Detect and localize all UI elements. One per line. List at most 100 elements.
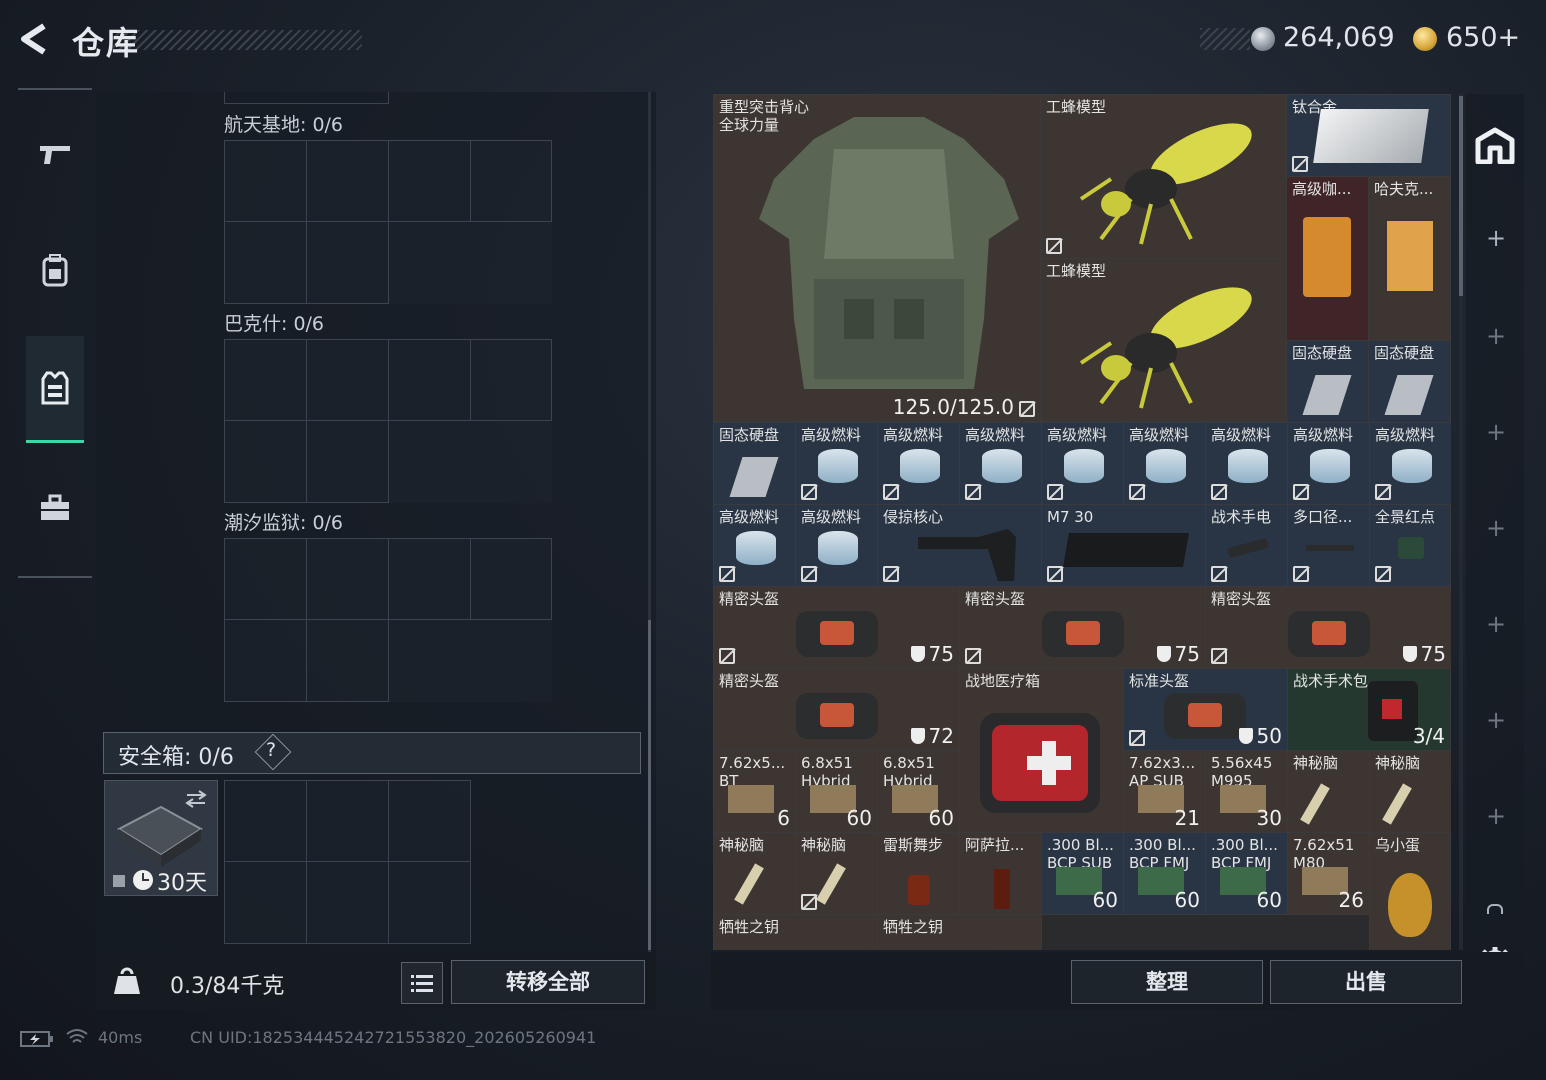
item-titanium-alloy[interactable]: 钛合金	[1286, 94, 1451, 177]
item-tactical-flashlight[interactable]: 战术手电	[1205, 504, 1288, 587]
helmet-durability: 75	[910, 642, 954, 666]
item-heavy-assault-vest[interactable]: 重型突击背心 全球力量 125.0/125.0	[713, 94, 1041, 422]
item-name: 高级燃料	[1129, 426, 1190, 444]
item-asala-drink[interactable]: 阿萨拉...	[959, 832, 1042, 915]
item-premium-fuel[interactable]: 高级燃料	[1369, 422, 1451, 505]
item-hafk-doc[interactable]: 哈夫克...	[1368, 176, 1451, 341]
item-name: 固态硬盘	[1292, 344, 1353, 362]
item-standard-helmet[interactable]: 标准头盔 50	[1123, 668, 1288, 751]
nav-armor[interactable]	[26, 336, 84, 443]
no-trade-icon	[1292, 156, 1308, 172]
premium-amount[interactable]: 650+	[1446, 22, 1520, 53]
safe-case-slot[interactable]: 30天	[104, 780, 218, 896]
item-premium-fuel[interactable]: 高级燃料	[795, 504, 878, 587]
item-precision-helmet[interactable]: 精密头盔 75	[959, 586, 1206, 669]
item-premium-fuel[interactable]: 高级燃料	[795, 422, 878, 505]
sell-button[interactable]: 出售	[1270, 960, 1462, 1004]
item-mystery-brain[interactable]: 神秘脑	[1287, 750, 1370, 833]
add-tab-icon[interactable]: +	[1486, 418, 1506, 446]
item-premium-fuel[interactable]: 高级燃料	[959, 422, 1042, 505]
back-icon[interactable]	[18, 22, 52, 56]
section-label: 巴克什: 0/6	[224, 313, 325, 335]
item-egg-toy[interactable]: 乌小蛋	[1369, 832, 1451, 950]
nav-toolbox[interactable]	[26, 456, 84, 560]
list-button[interactable]	[401, 962, 443, 1004]
item-premium-fuel[interactable]: 高级燃料	[1205, 422, 1288, 505]
add-tab-icon[interactable]: +	[1486, 802, 1506, 830]
item-ammo[interactable]: .300 Bl... BCP FMJ 60	[1205, 832, 1288, 915]
item-mystery-brain[interactable]: 神秘脑	[1369, 750, 1451, 833]
ping-value: 40ms	[98, 1028, 143, 1047]
item-mystery-brain[interactable]: 神秘脑	[713, 832, 796, 915]
item-name: 高级燃料	[1211, 426, 1272, 444]
item-premium-fuel[interactable]: 高级燃料	[1287, 422, 1370, 505]
item-ammo[interactable]: .300 Bl... BCP SUB 60	[1041, 832, 1124, 915]
warehouse-icon[interactable]	[1474, 126, 1516, 164]
left-scrollbar-thumb[interactable]	[648, 620, 651, 950]
item-m7-magazine[interactable]: M7 30	[1041, 504, 1206, 587]
container-grid-3[interactable]	[224, 538, 552, 702]
item-name: 精密头盔	[719, 672, 780, 690]
egg-image	[1388, 873, 1432, 937]
no-trade-icon	[1129, 730, 1145, 746]
item-ammo[interactable]: .300 Bl... BCP FMJ 60	[1123, 832, 1206, 915]
item-ssd[interactable]: 固态硬盘	[713, 422, 796, 505]
brain-image	[734, 863, 764, 905]
item-mystery-brain[interactable]: 神秘脑	[795, 832, 878, 915]
ammo-count: 60	[1174, 888, 1200, 912]
fuel-can-image	[1064, 449, 1104, 483]
inventory-scrollbar-thumb[interactable]	[1459, 96, 1463, 296]
item-multi-caliber[interactable]: 多口径...	[1287, 504, 1370, 587]
nav-weapons[interactable]	[26, 102, 84, 206]
wifi-icon	[66, 1029, 88, 1043]
add-tab-icon[interactable]: +	[1486, 514, 1506, 542]
gold-coin-icon	[1413, 27, 1437, 51]
item-ammo[interactable]: 7.62x51 M80 26	[1287, 832, 1370, 915]
item-ammo[interactable]: 7.62x3... AP SUB 21	[1123, 750, 1206, 833]
item-ammo[interactable]: 5.56x45 M995 30	[1205, 750, 1288, 833]
page-title: 仓库	[72, 24, 141, 62]
item-precision-helmet[interactable]: 精密头盔 72	[713, 668, 960, 751]
item-ssd[interactable]: 固态硬盘	[1286, 340, 1369, 423]
transfer-all-button[interactable]: 转移全部	[451, 960, 645, 1004]
item-name: 乌小蛋	[1375, 836, 1421, 854]
add-tab-icon[interactable]: +	[1486, 610, 1506, 638]
item-ammo[interactable]: 7.62x5... BT 6	[713, 750, 796, 833]
safebox-grid[interactable]	[224, 780, 471, 944]
item-surgical-kit[interactable]: 战术手术包 3/4	[1287, 668, 1451, 751]
item-name: 多口径...	[1293, 508, 1353, 526]
item-name: 高级燃料	[801, 426, 862, 444]
add-tab-icon[interactable]: +	[1486, 224, 1506, 252]
no-trade-icon	[1293, 484, 1309, 500]
item-premium-fuel[interactable]: 高级燃料	[1041, 422, 1124, 505]
item-premium-coffee[interactable]: 高级咖...	[1286, 176, 1369, 341]
silver-coin-icon	[1251, 27, 1275, 51]
nav-backpack[interactable]	[26, 218, 84, 322]
item-premium-fuel[interactable]: 高级燃料	[713, 504, 796, 587]
brain-image	[816, 863, 846, 905]
item-ammo[interactable]: 6.8x51 Hybrid 60	[877, 750, 960, 833]
item-sacrifice-key[interactable]: 牺牲之钥	[877, 914, 1042, 950]
item-precision-helmet[interactable]: 精密头盔 75	[713, 586, 960, 669]
item-ammo[interactable]: 6.8x51 Hybrid 60	[795, 750, 878, 833]
item-precision-helmet[interactable]: 精密头盔 75	[1205, 586, 1451, 669]
container-grid-1[interactable]	[224, 140, 552, 304]
item-bee-model[interactable]: 工蜂模型	[1040, 258, 1287, 422]
no-trade-icon	[1211, 566, 1227, 582]
item-premium-fuel[interactable]: 高级燃料	[1123, 422, 1206, 505]
item-sacrifice-key[interactable]: 牺牲之钥	[713, 914, 878, 950]
add-tab-icon[interactable]: +	[1486, 322, 1506, 350]
vest-image	[759, 117, 1019, 389]
sort-button[interactable]: 整理	[1071, 960, 1263, 1004]
add-tab-icon[interactable]: +	[1486, 706, 1506, 734]
item-name: 神秘脑	[719, 836, 765, 854]
item-raid-core[interactable]: 侵掠核心	[877, 504, 1042, 587]
item-ssd[interactable]: 固态硬盘	[1368, 340, 1451, 423]
no-trade-icon	[801, 566, 817, 582]
container-grid-2[interactable]	[224, 339, 552, 503]
item-drink[interactable]: 雷斯舞步	[877, 832, 960, 915]
item-panoramic-sight[interactable]: 全景红点	[1369, 504, 1451, 587]
item-bee-model[interactable]: 工蜂模型	[1040, 94, 1287, 259]
fuel-can-image	[1228, 449, 1268, 483]
item-premium-fuel[interactable]: 高级燃料	[877, 422, 960, 505]
